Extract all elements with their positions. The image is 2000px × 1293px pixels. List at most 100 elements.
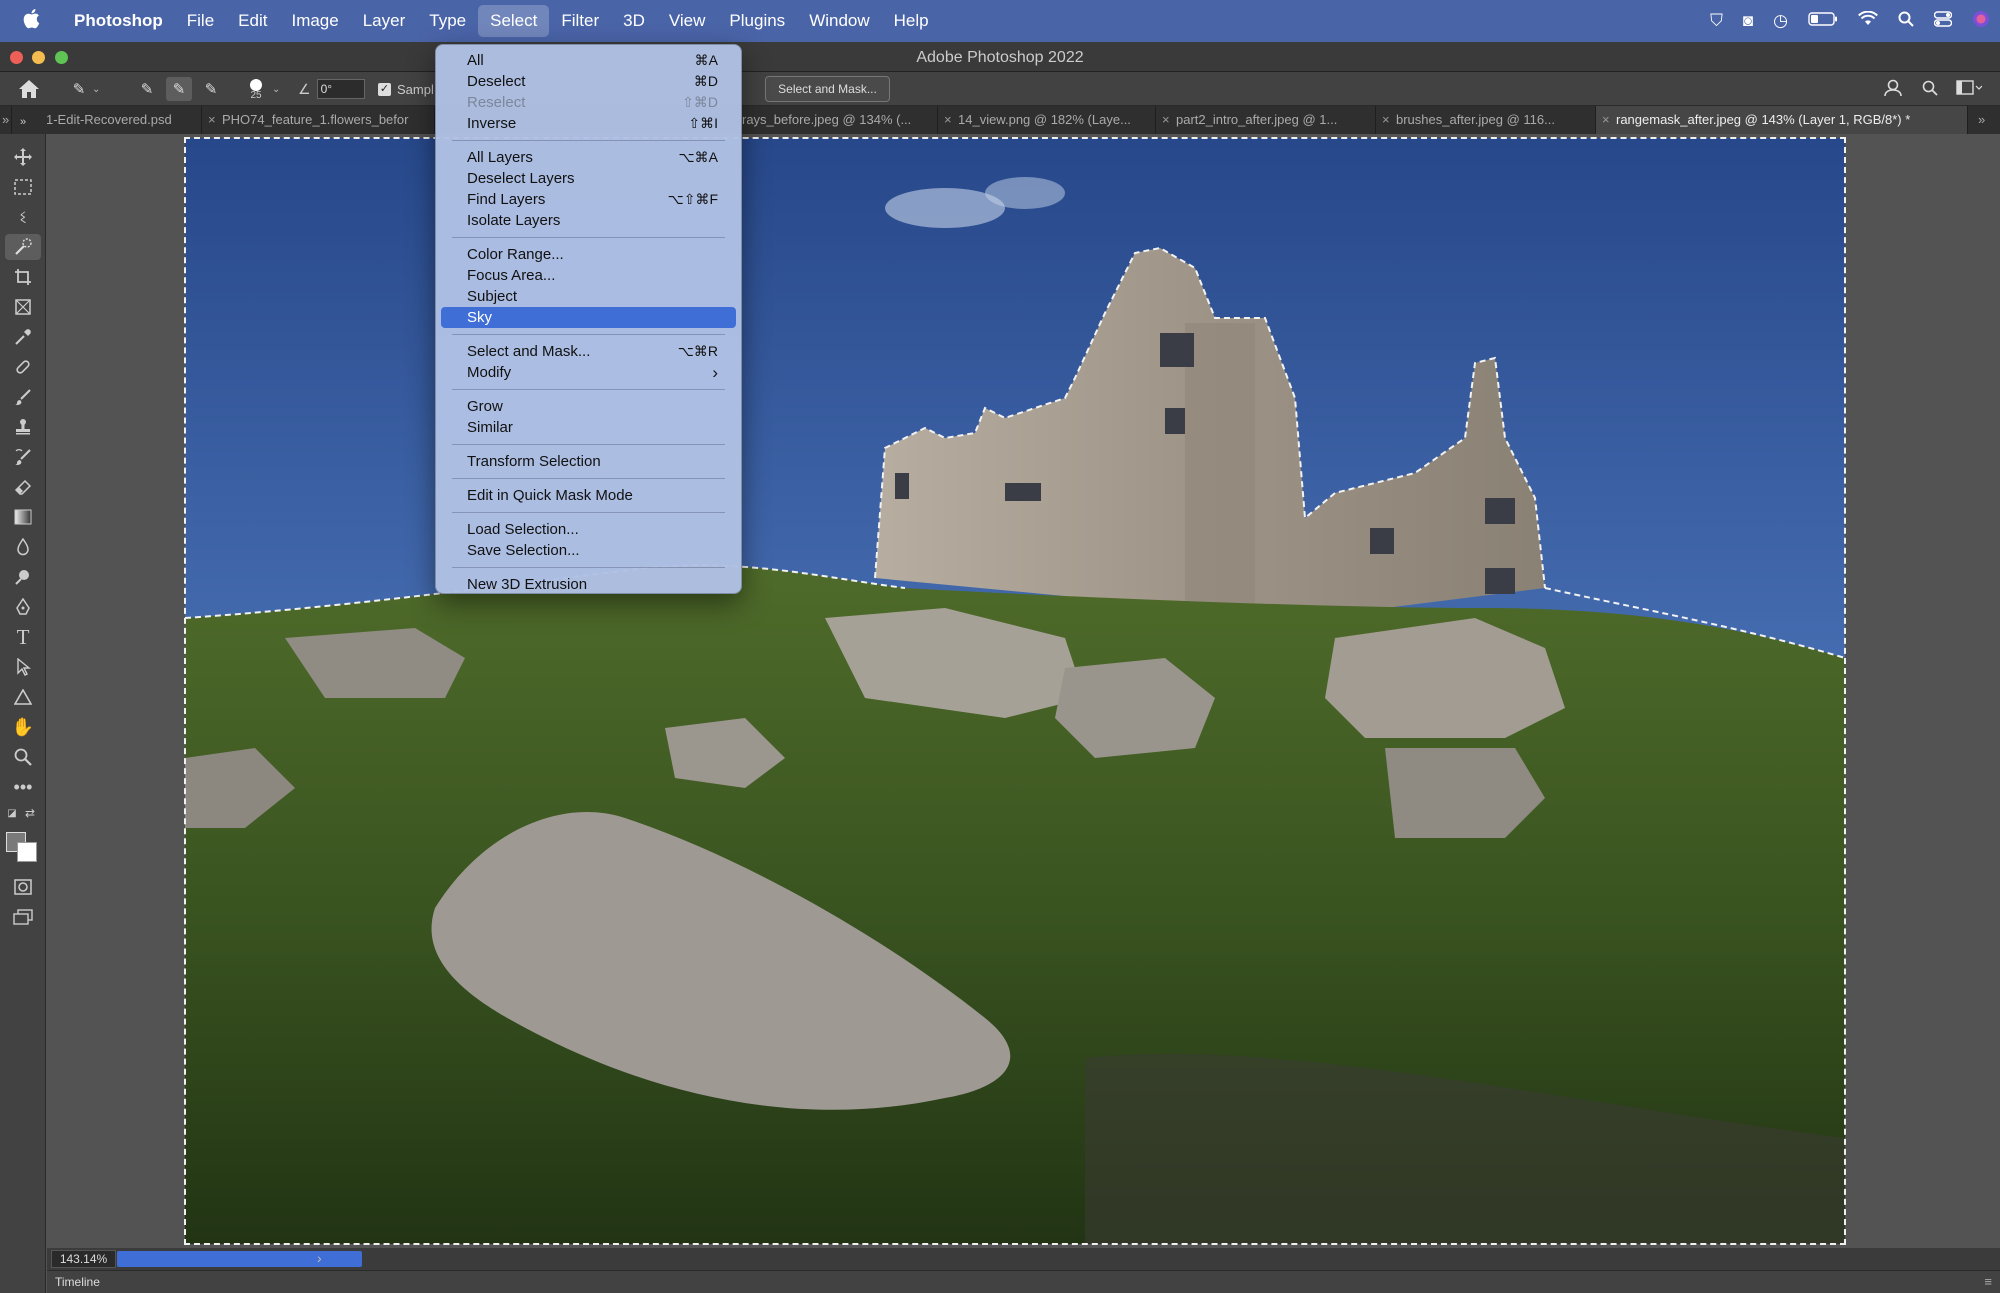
menu-item-find-layers[interactable]: Find Layers ⌥⇧⌘F [441,189,736,210]
tab-document-active[interactable]: × rangemask_after.jpeg @ 143% (Layer 1, R… [1596,106,1968,134]
new-selection-icon[interactable]: ✎ [134,77,160,101]
menu-edit[interactable]: Edit [226,5,279,37]
menu-image[interactable]: Image [279,5,350,37]
tab-document[interactable]: × 14_view.png @ 182% (Laye... [938,106,1156,134]
background-color-swatch[interactable] [17,842,37,862]
menu-item-grow[interactable]: Grow [441,396,736,417]
menu-item-select-and-mask[interactable]: Select and Mask... ⌥⌘R [441,341,736,362]
menu-item-deselect[interactable]: Deselect ⌘D [441,71,736,92]
collapse-toolbar-icon[interactable]: » [5,114,41,130]
shape-tool-icon[interactable] [5,684,41,710]
horizontal-scrollbar[interactable] [117,1251,362,1267]
search-icon[interactable] [1922,80,1938,99]
quick-mask-icon[interactable] [5,874,41,900]
close-tab-icon[interactable]: × [1162,106,1170,134]
time-machine-icon[interactable]: ◷ [1773,11,1788,31]
menu-plugins[interactable]: Plugins [717,5,797,37]
zoom-level-field[interactable]: 143.14% [51,1250,116,1268]
tabs-more-icon[interactable]: » [1968,106,2000,134]
menu-layer[interactable]: Layer [351,5,418,37]
menu-help[interactable]: Help [882,5,941,37]
menu-item-all-layers[interactable]: All Layers ⌥⌘A [441,147,736,168]
close-tab-icon[interactable]: × [208,106,216,134]
share-user-icon[interactable] [1884,79,1904,100]
menu-item-save-selection[interactable]: Save Selection... [441,540,736,561]
add-to-selection-icon[interactable]: ✎ [166,77,192,101]
menu-item-isolate-layers[interactable]: Isolate Layers [441,210,736,231]
workspace-icon[interactable] [1956,79,1983,99]
eyedropper-tool-icon[interactable] [5,324,41,350]
tab-document[interactable]: × brushes_after.jpeg @ 116... [1376,106,1596,134]
menu-file[interactable]: File [175,5,226,37]
type-tool-icon[interactable]: T [5,624,41,650]
panel-menu-icon[interactable]: ≡ [1984,1274,1992,1289]
document-canvas-image[interactable] [184,137,1846,1245]
zoom-tool-icon[interactable] [5,744,41,770]
menu-item-deselect-layers[interactable]: Deselect Layers [441,168,736,189]
tab-document[interactable]: rays_before.jpeg @ 134% (... [742,106,938,134]
sample-all-layers-checkbox[interactable]: ✓ [378,82,391,96]
menu-item-quick-mask-mode[interactable]: Edit in Quick Mask Mode [441,485,736,506]
control-center-icon[interactable] [1933,10,1953,32]
menu-select[interactable]: Select [478,5,550,37]
clone-stamp-tool-icon[interactable] [5,414,41,440]
crop-tool-icon[interactable] [5,264,41,290]
screen-mode-icon[interactable] [5,904,41,930]
menu-filter[interactable]: Filter [549,5,611,37]
close-tab-icon[interactable]: × [1602,106,1610,134]
dodge-tool-icon[interactable] [5,564,41,590]
swap-colors-icon[interactable]: ⇄ [22,806,38,820]
menu-item-modify[interactable]: Modify › [441,362,736,383]
brush-tool-icon[interactable] [5,384,41,410]
siri-icon[interactable] [1972,10,1990,33]
tool-preset-picker[interactable]: ✎ ⌄ [66,77,101,101]
chevron-right-icon[interactable]: › [317,1250,322,1266]
menu-window[interactable]: Window [797,5,881,37]
lasso-tool-icon[interactable]: ଽ [5,204,41,230]
subtract-from-selection-icon[interactable]: ✎ [198,77,224,101]
shield-icon[interactable]: ⛉ [1710,11,1723,31]
default-colors-icon[interactable]: ◪ [4,806,20,820]
gradient-tool-icon[interactable] [5,504,41,530]
hand-tool-icon[interactable]: ✋ [5,714,41,740]
apple-icon[interactable] [0,8,62,35]
brush-size-picker[interactable]: 25 ⌄ [246,77,280,101]
history-brush-tool-icon[interactable] [5,444,41,470]
menu-item-sky[interactable]: Sky [441,307,736,328]
menu-3d[interactable]: 3D [611,5,657,37]
blur-tool-icon[interactable] [5,534,41,560]
frame-tool-icon[interactable] [5,294,41,320]
path-selection-tool-icon[interactable] [5,654,41,680]
close-tab-icon[interactable]: × [1382,106,1390,134]
marquee-tool-icon[interactable] [5,174,41,200]
menu-item-new-3d-extrusion[interactable]: New 3D Extrusion [441,574,736,595]
menu-item-color-range[interactable]: Color Range... [441,244,736,265]
menu-item-subject[interactable]: Subject [441,286,736,307]
healing-brush-tool-icon[interactable] [5,354,41,380]
tab-document[interactable]: × part2_intro_after.jpeg @ 1... [1156,106,1376,134]
spotlight-search-icon[interactable] [1898,11,1914,32]
select-and-mask-button[interactable]: Select and Mask... [765,76,890,102]
close-tab-icon[interactable]: × [944,106,952,134]
menu-item-all[interactable]: All ⌘A [441,50,736,71]
menu-photoshop[interactable]: Photoshop [62,5,175,37]
menu-item-similar[interactable]: Similar [441,417,736,438]
wifi-icon[interactable] [1858,10,1878,31]
battery-icon[interactable] [1808,11,1838,31]
menu-view[interactable]: View [657,5,718,37]
home-icon[interactable] [18,77,40,101]
pen-tool-icon[interactable] [5,594,41,620]
screen-record-icon[interactable]: ◙ [1743,11,1753,31]
eraser-tool-icon[interactable] [5,474,41,500]
more-tools-icon[interactable]: ••• [5,774,41,800]
angle-input[interactable] [316,79,365,99]
menu-item-load-selection[interactable]: Load Selection... [441,519,736,540]
tab-document[interactable]: × PHO74_feature_1.flowers_befor [202,106,435,134]
menu-item-focus-area[interactable]: Focus Area... [441,265,736,286]
timeline-tab[interactable]: Timeline [55,1275,100,1289]
move-tool-icon[interactable] [5,144,41,170]
menu-item-inverse[interactable]: Inverse ⇧⌘I [441,113,736,134]
quick-selection-tool-icon[interactable] [5,234,41,260]
menu-type[interactable]: Type [417,5,478,37]
menu-item-transform-selection[interactable]: Transform Selection [441,451,736,472]
